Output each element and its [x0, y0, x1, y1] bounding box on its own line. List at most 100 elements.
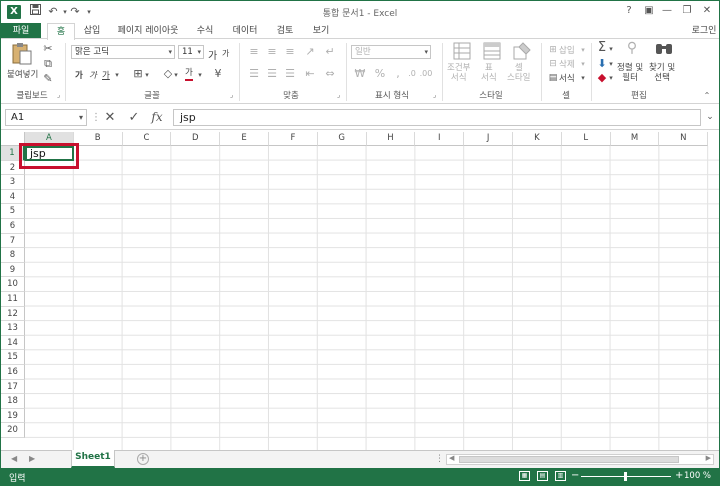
- zoom-slider-thumb[interactable]: [624, 472, 627, 481]
- cell-a1[interactable]: jsp: [25, 146, 74, 161]
- column-header[interactable]: D: [171, 132, 221, 146]
- collapse-ribbon-icon[interactable]: ⌃: [701, 89, 713, 103]
- cell-styles-icon[interactable]: [513, 42, 531, 60]
- tab-formulas[interactable]: 수식: [191, 23, 219, 39]
- insert-function-icon[interactable]: fx: [147, 109, 167, 126]
- row-header[interactable]: 7: [1, 233, 25, 249]
- conditional-formatting-icon[interactable]: [453, 42, 471, 60]
- add-sheet-icon[interactable]: +: [137, 453, 149, 465]
- horizontal-scrollbar[interactable]: ◀ ▶: [446, 454, 714, 465]
- paste-icon[interactable]: [11, 42, 33, 65]
- tab-data[interactable]: 데이터: [227, 23, 263, 39]
- copy-icon[interactable]: ⧉: [41, 57, 55, 71]
- font-color-button[interactable]: 가: [185, 68, 193, 81]
- align-middle-icon[interactable]: ≡: [265, 45, 279, 59]
- format-cells-icon[interactable]: ▤: [547, 71, 559, 85]
- scroll-right-arrow-icon[interactable]: ▶: [706, 454, 711, 462]
- format-dropdown-icon[interactable]: ▾: [579, 71, 587, 85]
- shrink-font-button[interactable]: 가: [222, 48, 229, 59]
- align-top-icon[interactable]: ≡: [247, 45, 261, 59]
- row-header[interactable]: 9: [1, 262, 25, 278]
- indent-icon[interactable]: ⇤: [303, 67, 317, 81]
- row-header[interactable]: 4: [1, 189, 25, 205]
- row-header[interactable]: 1: [1, 146, 25, 161]
- tab-review[interactable]: 검토: [271, 23, 299, 39]
- row-header[interactable]: 14: [1, 335, 25, 351]
- font-name-select[interactable]: 맑은 고딕 ▾: [71, 45, 175, 59]
- percent-icon[interactable]: %: [373, 67, 387, 81]
- row-header[interactable]: 18: [1, 394, 25, 409]
- expand-formula-bar-icon[interactable]: ⌄: [703, 109, 717, 126]
- format-painter-icon[interactable]: ✎: [41, 72, 55, 86]
- delete-cells-button[interactable]: 삭제: [559, 58, 575, 70]
- paste-button[interactable]: 붙여넣기: [7, 68, 38, 80]
- fill-dropdown-icon[interactable]: ▾: [607, 57, 615, 71]
- ribbon-display-icon[interactable]: ▣: [639, 3, 659, 19]
- decrease-decimal-icon[interactable]: .00: [419, 67, 433, 81]
- column-header[interactable]: B: [73, 132, 123, 146]
- grow-font-button[interactable]: 가: [208, 47, 217, 62]
- column-header[interactable]: C: [122, 132, 172, 146]
- scroll-left-icon[interactable]: ◀: [11, 454, 17, 463]
- sort-filter-icon[interactable]: ⚲: [621, 41, 643, 55]
- comma-icon[interactable]: ,: [391, 67, 405, 81]
- increase-decimal-icon[interactable]: .0: [405, 67, 419, 81]
- tab-file[interactable]: 파일: [1, 23, 41, 39]
- column-header[interactable]: J: [464, 132, 513, 146]
- column-header[interactable]: L: [561, 132, 611, 146]
- format-cells-button[interactable]: 서식: [559, 72, 575, 84]
- row-header[interactable]: 11: [1, 292, 25, 307]
- column-header[interactable]: I: [415, 132, 465, 146]
- italic-button[interactable]: 가: [89, 69, 97, 81]
- row-header[interactable]: 12: [1, 306, 25, 322]
- clipboard-launcher-icon[interactable]: ⌟: [57, 91, 60, 99]
- column-header[interactable]: H: [366, 132, 416, 146]
- page-break-view-icon[interactable]: ▥: [555, 471, 566, 481]
- column-header[interactable]: F: [269, 132, 318, 146]
- row-header[interactable]: 16: [1, 365, 25, 380]
- scroll-right-icon[interactable]: ▶: [29, 454, 35, 463]
- format-as-table-button[interactable]: 표 서식: [481, 63, 497, 83]
- row-header[interactable]: 19: [1, 408, 25, 424]
- sheet-tab[interactable]: Sheet1: [71, 450, 115, 468]
- row-header[interactable]: 8: [1, 248, 25, 263]
- align-right-icon[interactable]: ☰: [283, 67, 297, 81]
- align-bottom-icon[interactable]: ≡: [283, 45, 297, 59]
- zoom-in-button[interactable]: +: [675, 470, 683, 481]
- align-center-icon[interactable]: ☰: [265, 67, 279, 81]
- column-header[interactable]: A: [25, 132, 74, 146]
- select-all-corner[interactable]: [1, 132, 25, 146]
- conditional-formatting-button[interactable]: 조건부 서식: [447, 63, 470, 83]
- find-select-icon[interactable]: [653, 41, 675, 60]
- phonetic-icon[interactable]: ¥: [211, 67, 225, 81]
- cancel-icon[interactable]: ✕: [101, 109, 119, 126]
- font-size-select[interactable]: 11 ▾: [178, 45, 204, 59]
- bold-button[interactable]: 가: [75, 69, 83, 81]
- row-header[interactable]: 10: [1, 277, 25, 292]
- row-header[interactable]: 5: [1, 204, 25, 219]
- scrollbar-thumb[interactable]: [459, 456, 679, 463]
- orientation-icon[interactable]: ↗: [303, 45, 317, 59]
- zoom-slider[interactable]: [581, 472, 671, 481]
- help-icon[interactable]: ?: [619, 3, 639, 19]
- insert-cells-button[interactable]: 삽입: [559, 44, 575, 56]
- wrap-text-icon[interactable]: ↵: [323, 45, 337, 59]
- insert-dropdown-icon[interactable]: ▾: [579, 43, 587, 57]
- row-header[interactable]: 3: [1, 175, 25, 190]
- column-header[interactable]: K: [513, 132, 562, 146]
- clear-dropdown-icon[interactable]: ▾: [607, 71, 615, 85]
- cell-grid[interactable]: [25, 146, 719, 450]
- column-header[interactable]: N: [659, 132, 709, 146]
- tab-split-icon[interactable]: ⋮: [435, 454, 444, 464]
- insert-cells-icon[interactable]: ⊞: [547, 43, 559, 57]
- zoom-out-button[interactable]: −: [571, 470, 579, 481]
- cut-icon[interactable]: ✂: [41, 42, 55, 56]
- enter-icon[interactable]: ✓: [125, 109, 143, 126]
- delete-cells-icon[interactable]: ⊟: [547, 57, 559, 71]
- row-header[interactable]: 13: [1, 321, 25, 336]
- font-color-dropdown-icon[interactable]: ▾: [196, 68, 204, 82]
- autosum-dropdown-icon[interactable]: ▾: [607, 42, 615, 56]
- row-header[interactable]: 6: [1, 219, 25, 234]
- column-header[interactable]: G: [317, 132, 367, 146]
- scroll-left-arrow-icon[interactable]: ◀: [449, 454, 454, 462]
